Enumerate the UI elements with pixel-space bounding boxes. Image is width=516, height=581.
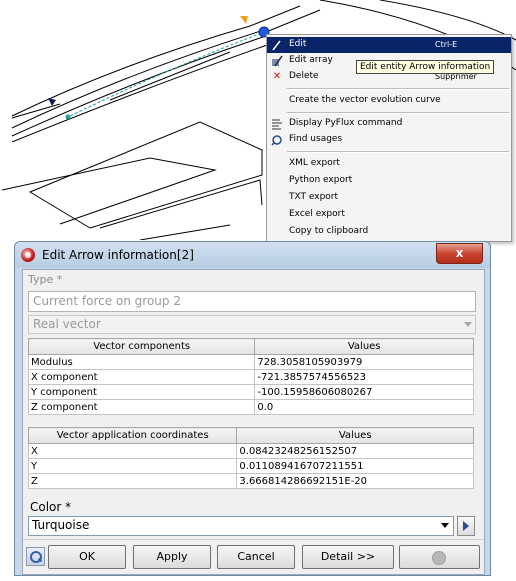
cancel-button[interactable]: Cancel	[217, 545, 295, 569]
component-value-cell[interactable]: 728.3058105903979	[254, 354, 474, 370]
dialog-button-bar: OK Apply Cancel Detail >>	[23, 539, 484, 575]
column-header[interactable]: Values	[254, 338, 474, 355]
pyflux-icon	[270, 117, 284, 131]
geometry-block	[99, 179, 263, 229]
table-row[interactable]: Modulus 728.3058105903979	[27, 354, 474, 370]
column-header[interactable]: Values	[236, 427, 474, 444]
node-marker	[65, 114, 71, 120]
find-usages-icon	[270, 133, 284, 147]
edit-array-icon	[270, 54, 284, 68]
selected-segment	[65, 31, 265, 119]
geometry-rail	[265, 9, 321, 33]
component-value-cell[interactable]: 0.0	[254, 399, 474, 415]
dialog-title: Edit Arrow information[2]	[42, 248, 194, 262]
menu-item-copy-clipboard[interactable]: Copy to clipboard	[267, 224, 511, 240]
geometry-rail	[11, 43, 271, 143]
dialog-body: Type * Current force on group 2 Real vec…	[22, 269, 485, 575]
geometry-rail	[11, 35, 267, 137]
geometry-block	[11, 103, 61, 119]
component-value-cell[interactable]: -100.15958606080267	[254, 384, 474, 400]
component-name-cell: X component	[27, 369, 256, 385]
table-row[interactable]: Y 0.011089416707211551	[27, 458, 474, 474]
component-name-cell: Z component	[27, 399, 256, 415]
menu-item-xml-export[interactable]: XML export	[267, 156, 511, 172]
color-next-button[interactable]	[457, 516, 475, 536]
arrow-marker	[48, 98, 56, 106]
column-header[interactable]: Vector application coordinates	[27, 427, 238, 444]
menu-separator	[287, 112, 509, 114]
application-coordinates-table: Vector application coordinates Values X …	[27, 427, 474, 489]
component-name-cell: Modulus	[27, 354, 256, 370]
menu-separator	[287, 151, 509, 153]
type-field[interactable]: Current force on group 2	[28, 291, 476, 312]
detail-button[interactable]: Detail >>	[302, 545, 394, 569]
arrow-marker	[240, 16, 248, 24]
geometry-rail	[11, 29, 265, 129]
menu-separator	[287, 88, 509, 90]
component-name-cell: Y component	[27, 384, 256, 400]
menu-item-excel-export[interactable]: Excel export	[267, 207, 511, 223]
type-field-value: Current force on group 2	[33, 294, 181, 308]
table-row[interactable]: Z 3.666814286692151E-20	[27, 473, 474, 489]
coordinate-name-cell: Z	[27, 473, 238, 489]
table-row[interactable]: Y component -100.15958606080267	[27, 384, 474, 400]
geometry-block	[1, 157, 217, 225]
coordinate-value-cell[interactable]: 0.08423248256152507	[236, 443, 474, 459]
coordinate-value-cell[interactable]: 3.666814286692151E-20	[236, 473, 474, 489]
table-row[interactable]: X 0.08423248256152507	[27, 443, 474, 459]
geometry-block	[109, 51, 231, 101]
help-magnifier-icon[interactable]	[26, 547, 45, 566]
geometry-block	[28, 121, 263, 229]
color-label: Color *	[30, 500, 72, 514]
type-label: Type *	[28, 273, 63, 286]
chevron-down-icon	[464, 322, 472, 327]
color-select[interactable]: Turquoise	[28, 516, 454, 536]
menu-item-display-pyflux[interactable]: Display PyFlux command	[267, 116, 511, 132]
close-button[interactable]: x	[436, 243, 483, 264]
menu-item-create-evolution-curve[interactable]: Create the vector evolution curve	[267, 93, 511, 109]
component-value-cell[interactable]: -721.3857574556523	[254, 369, 474, 385]
geometry-block	[139, 224, 231, 240]
coordinate-value-cell[interactable]: 0.011089416707211551	[236, 458, 474, 474]
menu-item-edit[interactable]: Edit Ctrl-E	[267, 37, 511, 53]
status-indicator-icon	[432, 551, 446, 565]
chevron-down-icon	[441, 523, 449, 528]
geometry-rail	[11, 5, 301, 117]
coordinate-name-cell: Y	[27, 458, 238, 474]
menu-item-txt-export[interactable]: TXT export	[267, 190, 511, 206]
ok-button[interactable]: OK	[48, 545, 126, 569]
status-button	[399, 545, 480, 569]
color-select-value: Turquoise	[32, 518, 90, 532]
menu-item-python-export[interactable]: Python export	[267, 173, 511, 189]
edit-dialog: Edit Arrow information[2] x Type * Curre…	[14, 241, 491, 576]
pencil-icon	[270, 38, 284, 52]
table-row[interactable]: Z component 0.0	[27, 399, 474, 415]
vector-components-table: Vector components Values Modulus 728.305…	[27, 338, 474, 415]
vector-kind-select[interactable]: Real vector	[28, 315, 476, 334]
delete-x-icon: ✕	[272, 71, 282, 82]
menu-item-find-usages[interactable]: Find usages	[267, 132, 511, 148]
tooltip: Edit entity Arrow information	[356, 60, 495, 74]
coordinate-name-cell: X	[27, 443, 238, 459]
table-row[interactable]: X component -721.3857574556523	[27, 369, 474, 385]
column-header[interactable]: Vector components	[27, 338, 256, 355]
dialog-titlebar[interactable]: Edit Arrow information[2] x	[15, 242, 490, 268]
vector-kind-value: Real vector	[33, 317, 101, 331]
app-logo-icon	[21, 248, 35, 262]
apply-button[interactable]: Apply	[133, 545, 211, 569]
